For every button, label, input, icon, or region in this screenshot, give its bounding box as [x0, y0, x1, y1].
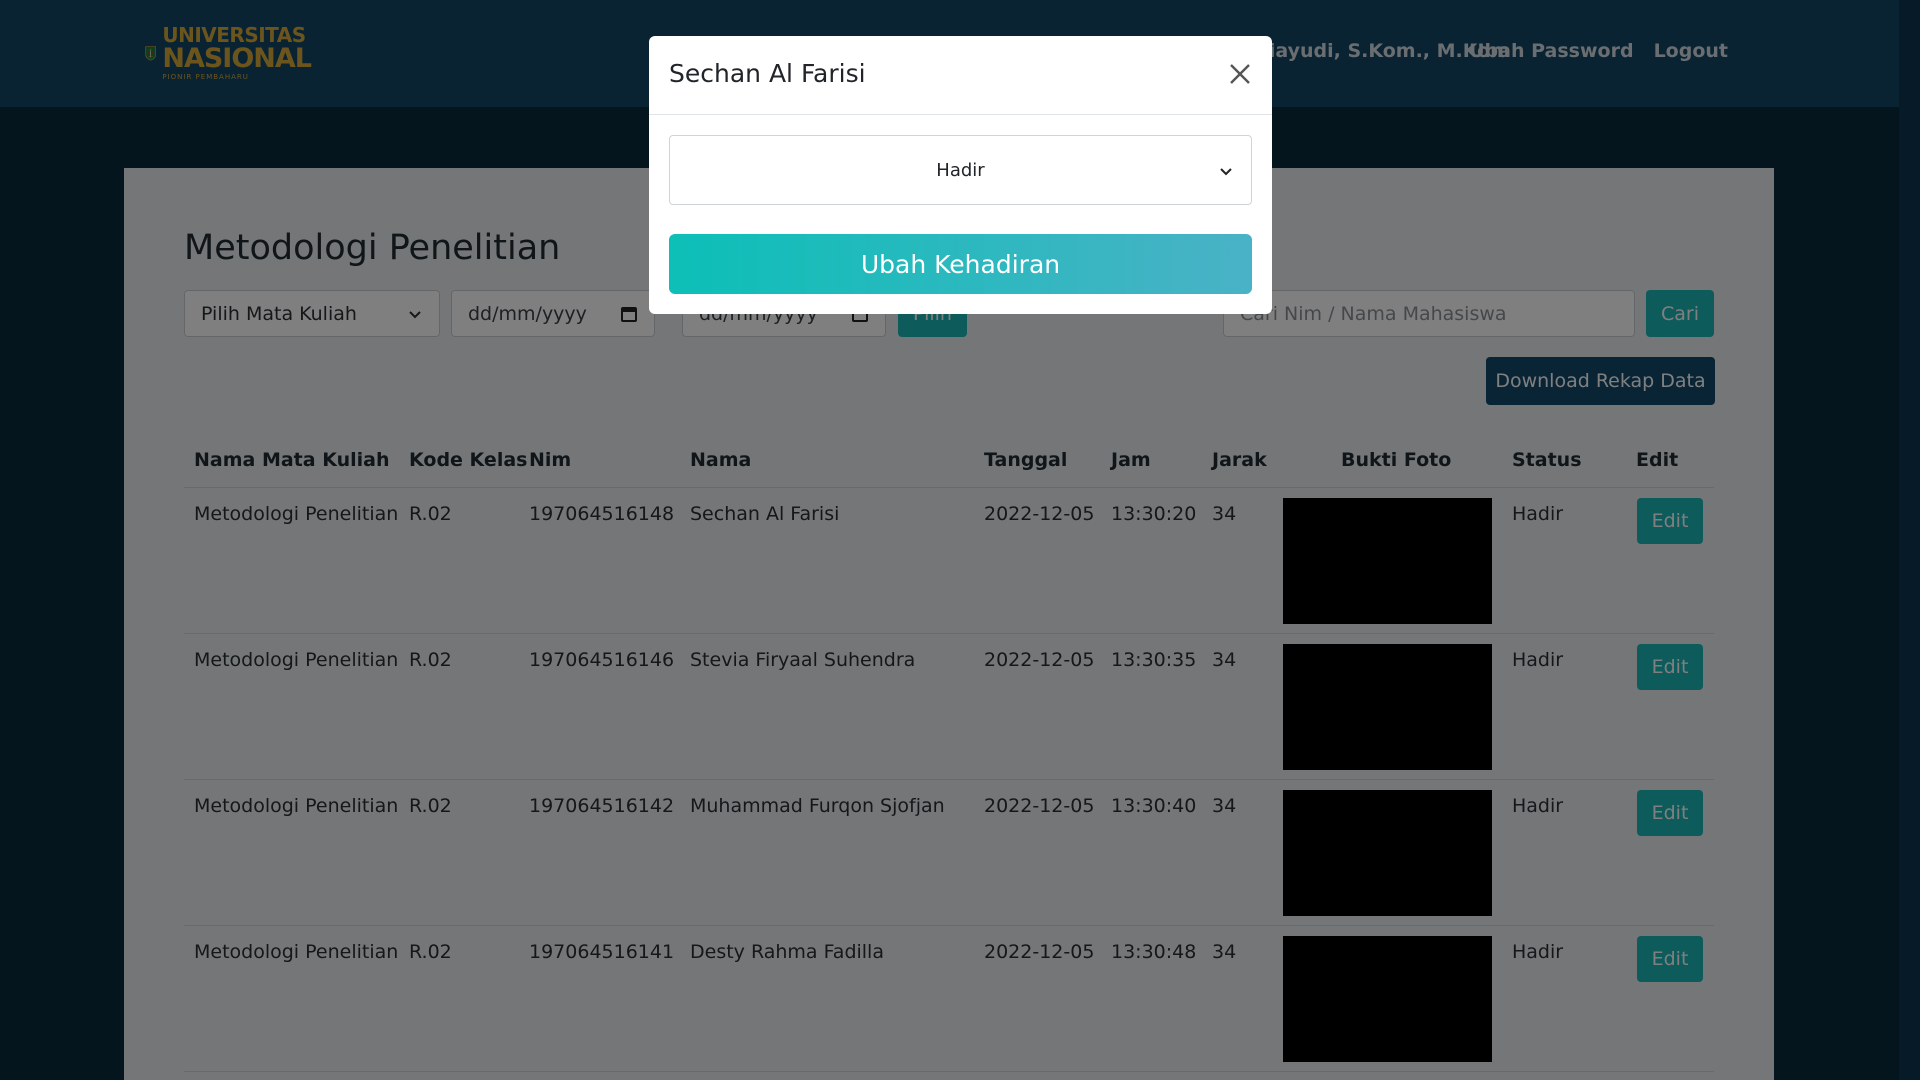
attendance-modal: Sechan Al Farisi Hadir Ubah Kehadiran: [649, 36, 1272, 314]
modal-header: Sechan Al Farisi: [649, 36, 1272, 115]
attendance-status-value: Hadir: [936, 159, 985, 181]
attendance-status-select[interactable]: Hadir: [669, 135, 1252, 205]
modal-title: Sechan Al Farisi: [669, 59, 866, 88]
close-icon[interactable]: [1226, 60, 1254, 88]
chevron-down-icon: [1220, 168, 1232, 176]
change-attendance-button[interactable]: Ubah Kehadiran: [669, 234, 1252, 294]
